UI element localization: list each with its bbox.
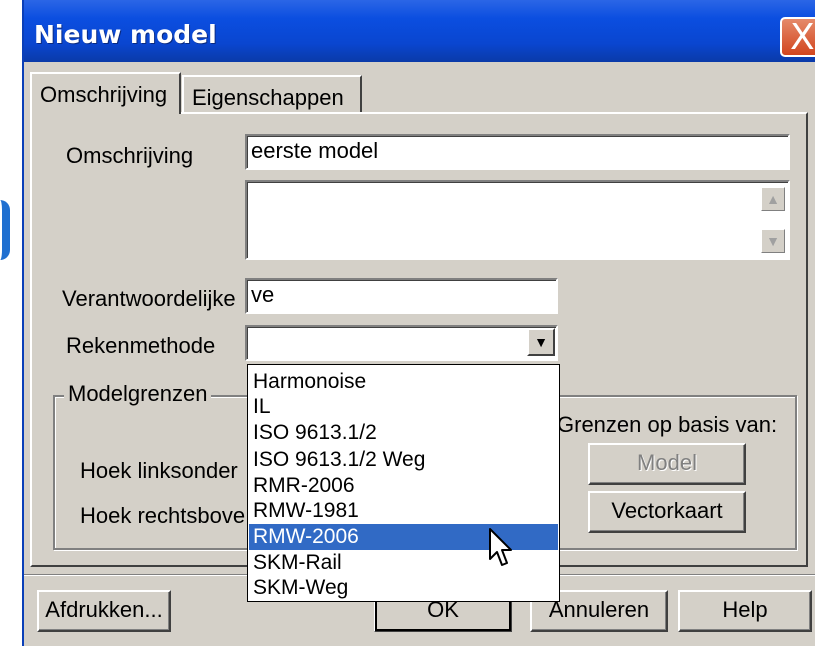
nieuw-model-dialog: Nieuw model X Omschrijving Eigenschappen…: [22, 0, 815, 646]
omschrijving-label: Omschrijving: [66, 143, 194, 168]
afdrukken-button-label: Afdrukken...: [45, 597, 163, 622]
omschrijving-memo[interactable]: [245, 180, 790, 260]
close-icon: X: [790, 17, 815, 58]
verantwoordelijke-label: Verantwoordelijke: [62, 286, 236, 311]
tab-eigenschappen[interactable]: Eigenschappen: [182, 75, 362, 113]
omschrijving-input[interactable]: eerste model: [245, 134, 790, 170]
scroll-down-icon[interactable]: ▼: [761, 229, 785, 253]
afdrukken-button[interactable]: Afdrukken...: [37, 590, 171, 632]
dropdown-option[interactable]: RMW-1981: [249, 498, 558, 524]
memo-scrollbar[interactable]: ▲ ▼: [761, 182, 785, 258]
help-button-label: Help: [722, 597, 768, 622]
chevron-down-icon[interactable]: ▼: [527, 328, 555, 356]
tab-omschrijving[interactable]: Omschrijving: [30, 72, 181, 114]
hoek-rechtsboven-label: Hoek rechtsbove: [80, 503, 246, 528]
verantwoordelijke-input[interactable]: ve: [245, 278, 558, 314]
vectorkaart-button-label: Vectorkaart: [611, 498, 723, 523]
help-button[interactable]: Help: [678, 590, 812, 632]
dropdown-option[interactable]: IL: [249, 394, 558, 420]
mouse-pointer-icon: [488, 527, 514, 576]
background-area: [0, 0, 22, 646]
window-title: Nieuw model: [34, 20, 217, 49]
tab-eigenschappen-label: Eigenschappen: [192, 85, 344, 110]
rekenmethode-select[interactable]: ▼: [245, 325, 558, 361]
modelgrenzen-title: Modelgrenzen: [64, 381, 212, 407]
dropdown-option[interactable]: RMR-2006: [249, 473, 558, 499]
annuleren-button-label: Annuleren: [548, 597, 650, 622]
rekenmethode-label: Rekenmethode: [66, 333, 216, 358]
scroll-up-icon[interactable]: ▲: [761, 187, 785, 211]
dropdown-option[interactable]: SKM-Weg: [249, 575, 558, 601]
tab-omschrijving-label: Omschrijving: [40, 82, 168, 107]
dropdown-option[interactable]: Harmonoise: [249, 369, 558, 395]
dropdown-option[interactable]: ISO 9613.1/2: [249, 420, 558, 446]
close-button[interactable]: X: [780, 17, 815, 58]
grenzen-label: Grenzen op basis van:: [557, 412, 778, 437]
background-glyph: [0, 200, 10, 260]
dropdown-option[interactable]: ISO 9613.1/2 Weg: [249, 447, 558, 473]
title-bar[interactable]: Nieuw model X: [24, 0, 815, 62]
vectorkaart-button[interactable]: Vectorkaart: [588, 491, 746, 533]
model-button-label: Model: [637, 450, 697, 475]
model-button[interactable]: Model: [588, 443, 746, 485]
hoek-linksonder-label: Hoek linksonder: [80, 458, 238, 483]
